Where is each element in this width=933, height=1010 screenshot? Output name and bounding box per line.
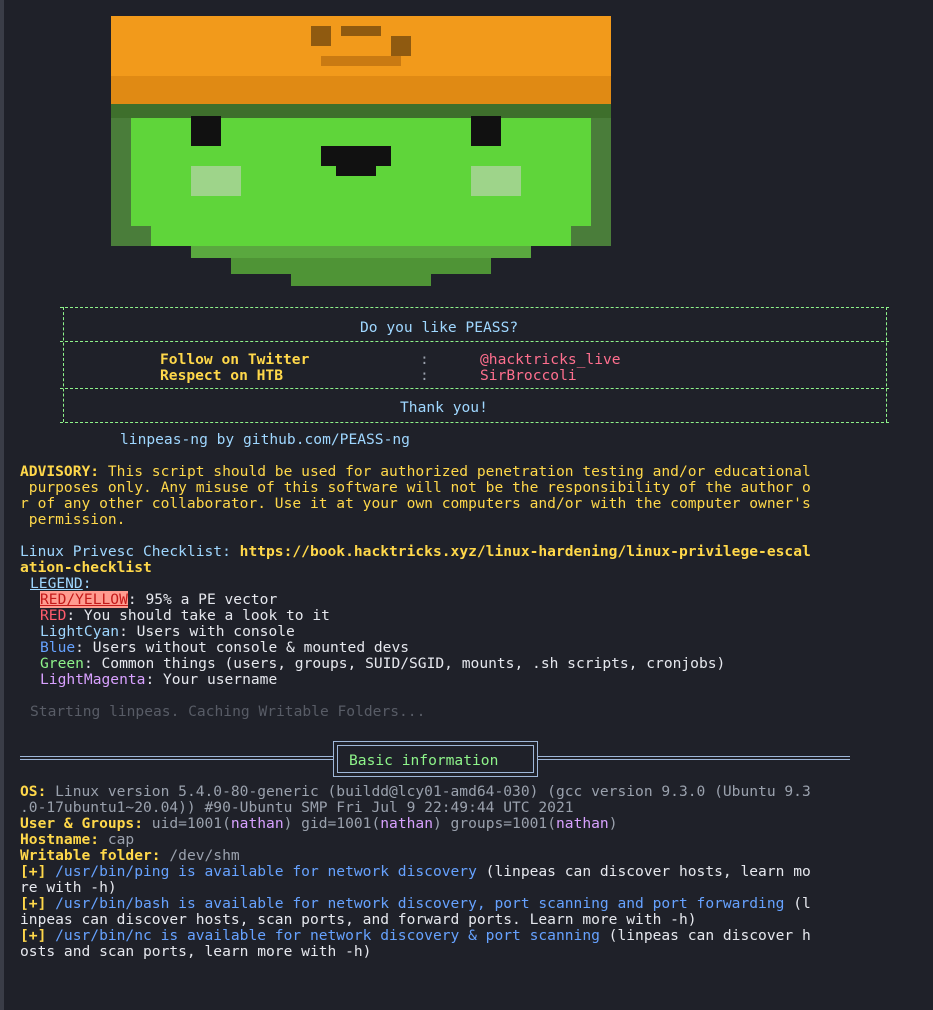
banner-htb-label: Respect on HTB [160, 367, 284, 384]
bash-line: [+] /usr/bin/bash is available for netwo… [20, 895, 811, 912]
banner-thanks: Thank you! [400, 399, 488, 416]
window-left-edge [0, 0, 4, 1010]
ping-line-cont: re with -h) [20, 879, 117, 896]
bash-line-cont: inpeas can discover hosts, scan ports, a… [20, 911, 697, 928]
legend-item: LightMagenta: Your username [40, 671, 278, 688]
checklist-url-cont[interactable]: ation-checklist [20, 560, 152, 576]
legend-item: RED: You should take a look to it [40, 607, 330, 624]
advisory-line: purposes only. Any misuse of this softwa… [20, 479, 811, 496]
writable-folder-line: Writable folder: /dev/shm [20, 847, 240, 864]
section-rule-left [20, 756, 333, 760]
checklist-label: Linux Privesc Checklist: [20, 543, 231, 560]
banner-question: Do you like PEASS? [360, 319, 519, 336]
status-line: Starting linpeas. Caching Writable Folde… [30, 703, 426, 720]
banner-twitter-value: @hacktricks_live [480, 351, 621, 368]
peass-banner: Do you like PEASS? Follow on Twitter : @… [60, 304, 889, 424]
ping-line: [+] /usr/bin/ping is available for netwo… [20, 863, 811, 880]
checklist-line: Linux Privesc Checklist: https://book.ha… [20, 544, 811, 560]
legend-item: RED/YELLOW: 95% a PE vector [40, 591, 278, 608]
nc-line-cont: osts and scan ports, learn more with -h) [20, 943, 372, 960]
peass-mascot-image [111, 16, 611, 286]
hostname-line: Hostname: cap [20, 831, 135, 848]
legend-item: LightCyan: Users with console [40, 623, 295, 640]
byline: linpeas-ng by github.com/PEASS-ng [120, 431, 410, 448]
section-header-box: Basic information [333, 741, 538, 777]
banner-sep: : [420, 351, 429, 368]
advisory-line: permission. [20, 511, 126, 528]
os-line-cont: .0-17ubuntu1~20.04)) #90-Ubuntu SMP Fri … [20, 799, 574, 816]
legend-title: LEGEND: [30, 575, 92, 592]
legend-item: Green: Common things (users, groups, SUI… [40, 655, 726, 672]
legend-item: Blue: Users without console & mounted de… [40, 639, 410, 656]
section-rule-right [537, 756, 850, 760]
banner-htb-value: SirBroccoli [480, 367, 577, 384]
advisory-line: ADVISORY: This script should be used for… [20, 463, 811, 480]
nc-line: [+] /usr/bin/nc is available for network… [20, 927, 811, 944]
section-title: Basic information [349, 752, 499, 769]
os-line: OS: Linux version 5.4.0-80-generic (buil… [20, 783, 811, 800]
banner-twitter-label: Follow on Twitter [160, 351, 310, 368]
user-groups-line: User & Groups: uid=1001(nathan) gid=1001… [20, 815, 618, 832]
checklist-url[interactable]: https://book.hacktricks.xyz/linux-harden… [231, 543, 811, 560]
banner-sep: : [420, 367, 429, 384]
advisory-label: ADVISORY: [20, 463, 100, 480]
advisory-line: r of any other collaborator. Use it at y… [20, 495, 811, 512]
